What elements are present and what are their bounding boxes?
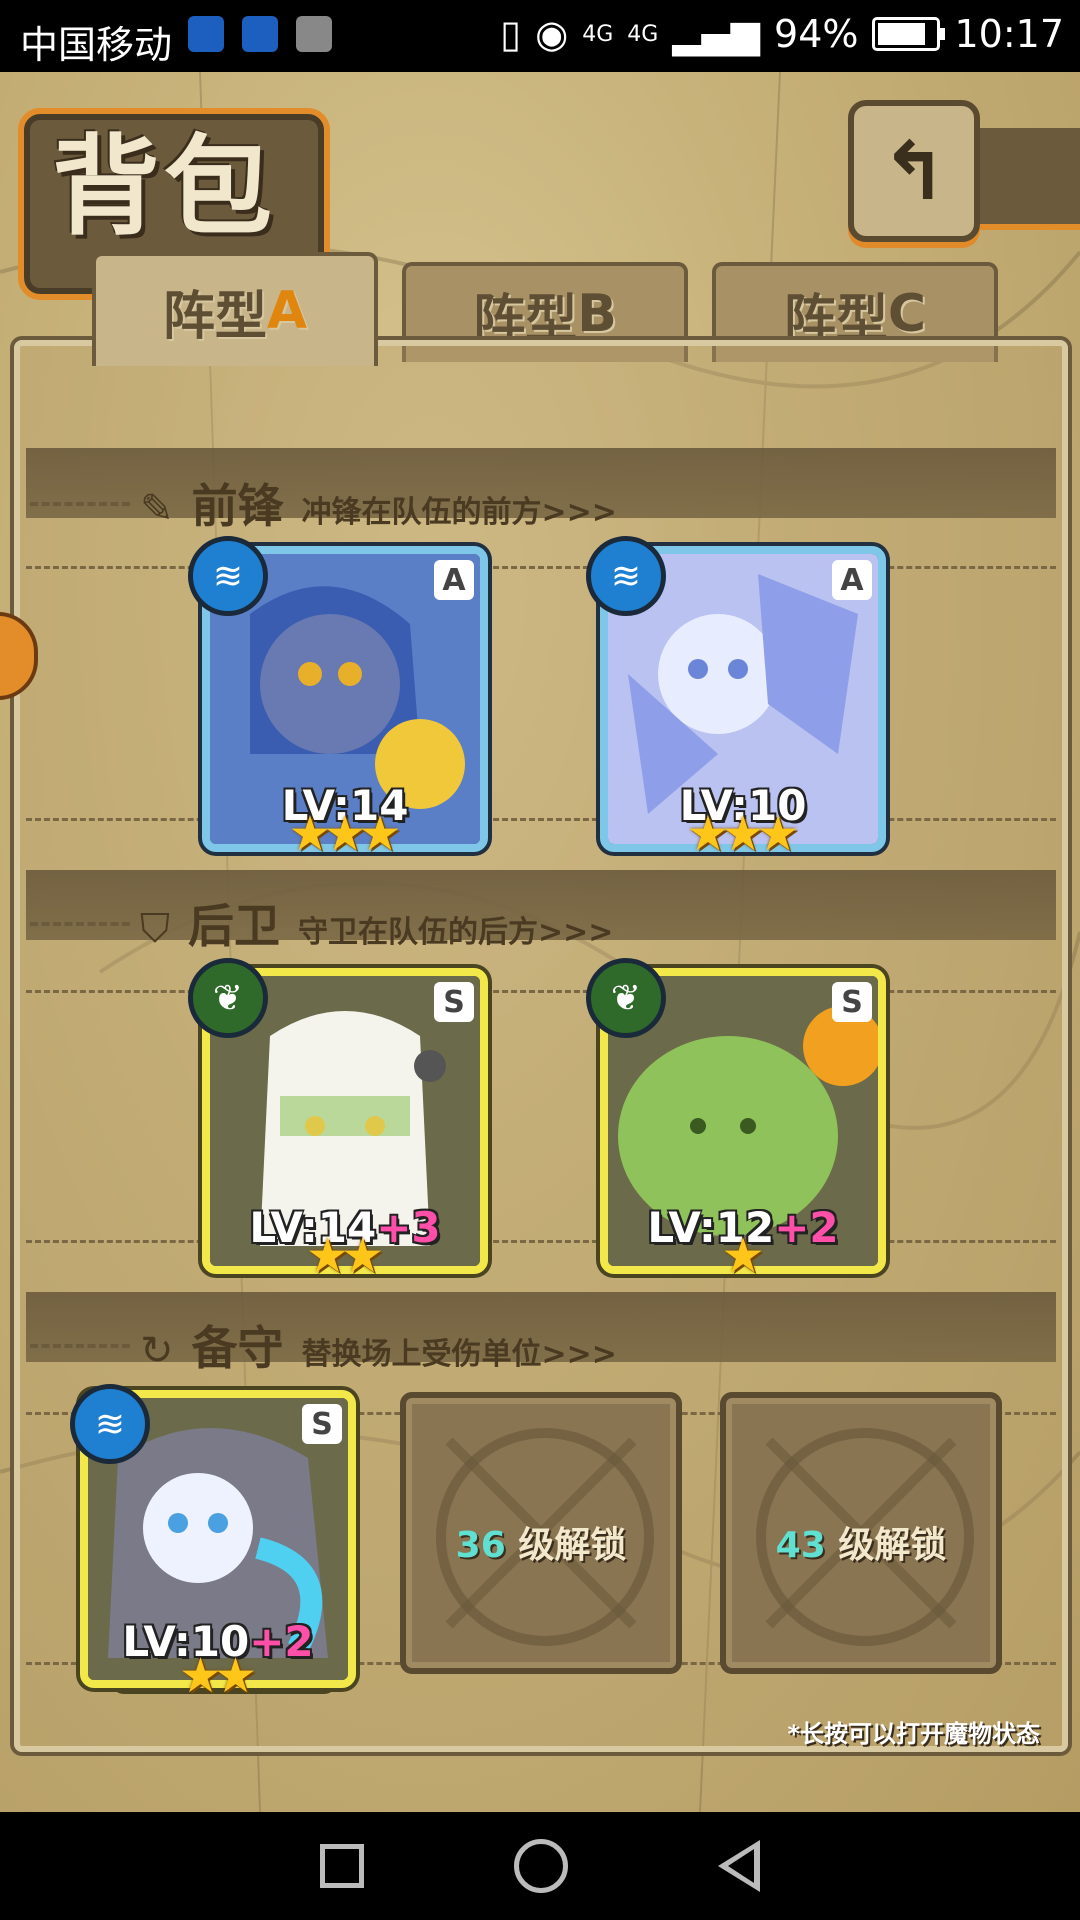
network-label-2: 4G <box>627 21 659 47</box>
tab-formation-a[interactable]: 阵型 A <box>92 252 378 366</box>
star-rating: ★ ★ ★ <box>202 806 488 862</box>
network-label: 4G <box>582 21 614 47</box>
unlock-label: 43 级解锁 <box>775 1525 947 1566</box>
star-rating: ★ ★ <box>202 1228 488 1284</box>
battery-percent: 94% <box>774 12 859 56</box>
lane-line <box>26 566 1056 569</box>
long-press-hint: *长按可以打开魔物状态 <box>787 1720 1040 1748</box>
rank-badge: A <box>434 560 474 600</box>
water-element-icon: ≋ <box>586 536 666 616</box>
recent-apps-button[interactable] <box>320 1844 364 1888</box>
app-notification-icon <box>242 16 278 52</box>
back-button[interactable]: ↰ <box>848 100 980 242</box>
swap-icon: ↻ <box>140 1328 174 1374</box>
grass-element-icon: ❦ <box>188 958 268 1038</box>
reserve-section-title: ↻ 备守 替换场上受伤单位>>> <box>140 1312 617 1378</box>
clock: 10:17 <box>954 12 1064 56</box>
star-rating: ★ <box>600 1228 886 1284</box>
water-element-icon: ≋ <box>70 1384 150 1464</box>
page-title: 背包 <box>52 124 277 250</box>
star-icon: ★ <box>358 806 402 862</box>
tab-suffix: C <box>887 284 927 344</box>
star-rating: ★ ★ ★ <box>600 806 886 862</box>
shield-icon: ⛉ <box>140 906 170 952</box>
section-desc: 守卫在队伍的后方>>> <box>298 915 614 950</box>
carrier-label: 中国移动 <box>20 23 173 67</box>
back-section-title: ⛉ 后卫 守卫在队伍的后方>>> <box>140 890 613 956</box>
back-nav-button[interactable] <box>718 1840 760 1892</box>
wifi-hotspot-icon <box>188 16 224 52</box>
lane-line <box>26 818 1056 821</box>
lane-line <box>26 990 1056 993</box>
locked-slot[interactable]: 43 级解锁 <box>720 1392 1002 1674</box>
tab-suffix: A <box>266 281 308 341</box>
signal-icon: ▂▄▆ <box>672 12 761 56</box>
divider <box>30 1344 130 1348</box>
front-section-title: ✎ 前锋 冲锋在队伍的前方>>> <box>140 470 617 536</box>
navigation-bar <box>0 1812 1080 1920</box>
eye-icon: ◉ <box>535 12 569 56</box>
status-bar: 中国移动 ▯ ◉ 4G 4G ▂▄▆ 94% 10:17 <box>0 0 1080 72</box>
rank-badge: S <box>302 1404 342 1444</box>
tab-label: 阵型 <box>162 286 267 347</box>
divider <box>30 502 130 506</box>
notification-icons <box>188 16 332 52</box>
tab-suffix: B <box>577 284 617 344</box>
star-icon: ★ <box>721 1228 765 1284</box>
vibrate-icon: ▯ <box>500 12 522 56</box>
section-name: 后卫 <box>188 899 280 953</box>
grass-element-icon: ❦ <box>586 958 666 1038</box>
gallery-icon <box>296 16 332 52</box>
back-rail <box>964 128 1080 230</box>
star-icon: ★ <box>756 806 800 862</box>
section-name: 备守 <box>191 1321 284 1375</box>
rank-badge: S <box>434 982 474 1022</box>
water-element-icon: ≋ <box>188 536 268 616</box>
star-icon: ★ <box>214 1648 258 1704</box>
sword-icon: ✎ <box>140 486 174 532</box>
rank-badge: S <box>832 982 872 1022</box>
section-desc: 替换场上受伤单位>>> <box>301 1337 617 1372</box>
star-rating: ★ ★ <box>80 1648 356 1704</box>
section-desc: 冲锋在队伍的前方>>> <box>301 495 617 530</box>
status-right: ▯ ◉ 4G 4G ▂▄▆ 94% 10:17 <box>500 12 1064 56</box>
lane-line <box>26 1240 1056 1243</box>
locked-slot[interactable]: 36 级解锁 <box>400 1392 682 1674</box>
divider <box>30 922 130 926</box>
star-icon: ★ <box>341 1228 385 1284</box>
battery-icon <box>872 17 946 51</box>
home-button[interactable] <box>514 1839 568 1893</box>
unlock-label: 36 级解锁 <box>455 1525 627 1566</box>
back-arrow-icon: ↰ <box>880 124 948 218</box>
rank-badge: A <box>832 560 872 600</box>
section-name: 前锋 <box>191 479 284 533</box>
